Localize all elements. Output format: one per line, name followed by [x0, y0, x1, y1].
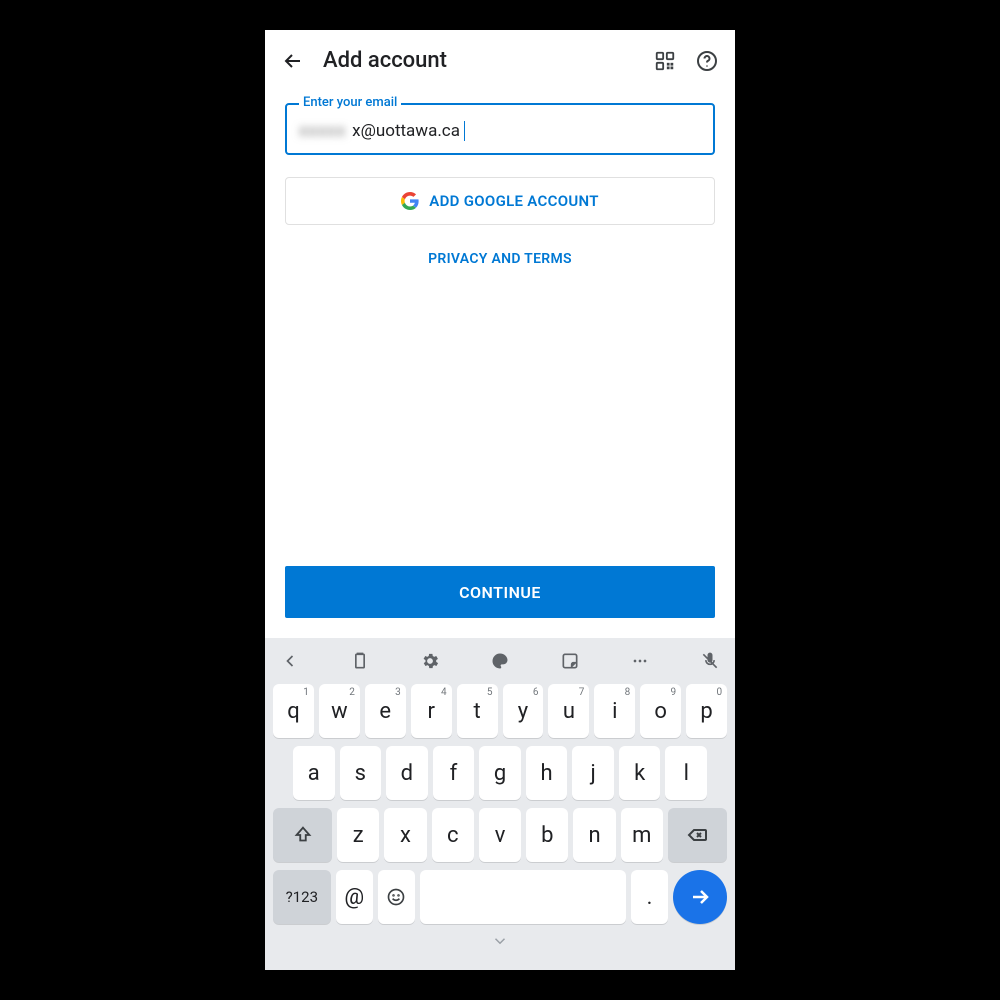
- symbols-key[interactable]: ?123: [273, 870, 331, 924]
- continue-button[interactable]: CONTINUE: [285, 566, 715, 618]
- email-value: x@uottawa.ca: [352, 121, 460, 141]
- keyboard-row-2: asdfghjkl: [269, 742, 731, 804]
- palette-icon[interactable]: [489, 650, 511, 672]
- key-f[interactable]: f: [433, 746, 475, 800]
- backspace-key[interactable]: [668, 808, 727, 862]
- key-p[interactable]: p0: [686, 684, 727, 738]
- key-a[interactable]: a: [293, 746, 335, 800]
- space-key[interactable]: [420, 870, 626, 924]
- key-x[interactable]: x: [384, 808, 426, 862]
- back-icon[interactable]: [281, 49, 305, 73]
- key-m[interactable]: m: [621, 808, 663, 862]
- key-n[interactable]: n: [573, 808, 615, 862]
- content: Enter your email xxxxx x@uottawa.ca ADD …: [265, 89, 735, 638]
- emoji-key[interactable]: [378, 870, 415, 924]
- keyboard-row-3: zxcvbnm: [269, 804, 731, 866]
- at-key[interactable]: @: [336, 870, 373, 924]
- google-logo-icon: [401, 192, 419, 210]
- key-r[interactable]: r4: [411, 684, 452, 738]
- key-b[interactable]: b: [526, 808, 568, 862]
- key-h[interactable]: h: [526, 746, 568, 800]
- enter-key[interactable]: [673, 870, 727, 924]
- privacy-link[interactable]: PRIVACY AND TERMS: [285, 251, 715, 267]
- email-label: Enter your email: [299, 95, 401, 110]
- key-e[interactable]: e3: [365, 684, 406, 738]
- keyboard-row-1: q1w2e3r4t5y6u7i8o9p0: [269, 680, 731, 742]
- shift-key[interactable]: [273, 808, 332, 862]
- key-l[interactable]: l: [665, 746, 707, 800]
- keyboard: q1w2e3r4t5y6u7i8o9p0 asdfghjkl zxcvbnm ?…: [265, 638, 735, 970]
- email-masked: xxxxx: [299, 121, 346, 141]
- key-u[interactable]: u7: [548, 684, 589, 738]
- key-z[interactable]: z: [337, 808, 379, 862]
- key-j[interactable]: j: [572, 746, 614, 800]
- key-s[interactable]: s: [340, 746, 382, 800]
- key-g[interactable]: g: [479, 746, 521, 800]
- sticker-icon[interactable]: [559, 650, 581, 672]
- nav-hint-icon[interactable]: [269, 928, 731, 954]
- header: Add account: [265, 30, 735, 89]
- google-button-label: ADD GOOGLE ACCOUNT: [429, 192, 598, 210]
- more-icon[interactable]: [629, 650, 651, 672]
- key-k[interactable]: k: [619, 746, 661, 800]
- keyboard-row-4: ?123 @ .: [269, 866, 731, 928]
- key-i[interactable]: i8: [594, 684, 635, 738]
- add-google-account-button[interactable]: ADD GOOGLE ACCOUNT: [285, 177, 715, 225]
- key-d[interactable]: d: [386, 746, 428, 800]
- help-icon[interactable]: [695, 49, 719, 73]
- keyboard-toolbar: [269, 644, 731, 680]
- key-v[interactable]: v: [479, 808, 521, 862]
- phone-frame: Add account Enter your email xxxxx x@uot…: [265, 30, 735, 970]
- clipboard-icon[interactable]: [349, 650, 371, 672]
- gear-icon[interactable]: [419, 650, 441, 672]
- key-t[interactable]: t5: [457, 684, 498, 738]
- key-w[interactable]: w2: [319, 684, 360, 738]
- key-c[interactable]: c: [432, 808, 474, 862]
- email-field[interactable]: Enter your email xxxxx x@uottawa.ca: [285, 103, 715, 155]
- page-title: Add account: [323, 48, 447, 73]
- qr-icon[interactable]: [653, 49, 677, 73]
- key-y[interactable]: y6: [503, 684, 544, 738]
- text-cursor: [464, 121, 465, 141]
- mic-off-icon[interactable]: [699, 650, 721, 672]
- period-key[interactable]: .: [631, 870, 668, 924]
- key-o[interactable]: o9: [640, 684, 681, 738]
- chevron-left-icon[interactable]: [279, 650, 301, 672]
- key-q[interactable]: q1: [273, 684, 314, 738]
